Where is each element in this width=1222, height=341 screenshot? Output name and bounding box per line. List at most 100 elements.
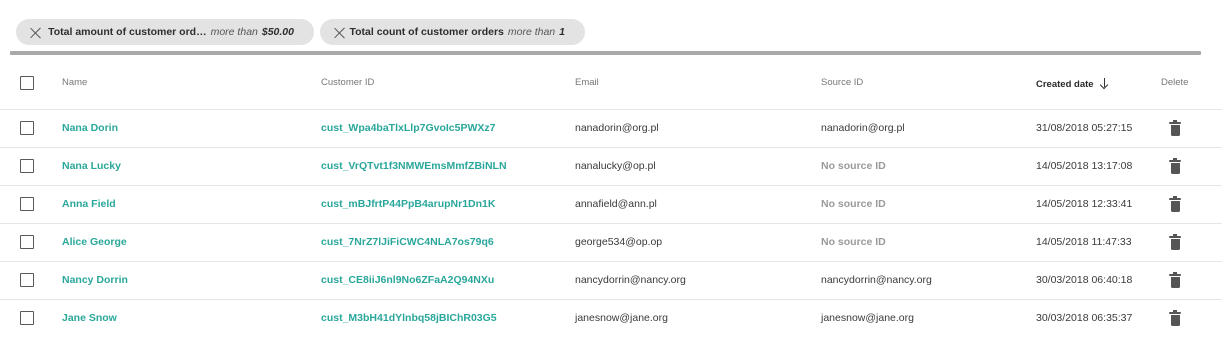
row-select-cell [0, 147, 62, 185]
cell-created-date: 14/05/2018 12:33:41 [1036, 198, 1133, 210]
header-name[interactable]: Name [62, 57, 321, 109]
cell-source-id: No source ID [821, 223, 1036, 261]
cell-created-date: 14/05/2018 13:17:08 [1036, 160, 1133, 172]
trash-icon[interactable] [1169, 309, 1181, 326]
customer-name-link[interactable]: Nana Lucky [62, 160, 121, 172]
row-checkbox[interactable] [20, 235, 34, 249]
customer-name-link[interactable]: Nana Dorin [62, 122, 118, 134]
filter-label: Total count of customer orders [349, 26, 504, 38]
trash-icon[interactable] [1169, 271, 1181, 288]
cell-customer-id: cust_Wpa4baTlxLlp7GvoIc5PWXz7 [321, 109, 575, 147]
close-icon[interactable] [30, 27, 41, 39]
customer-id-link[interactable]: cust_Wpa4baTlxLlp7GvoIc5PWXz7 [321, 122, 495, 134]
customer-id-link[interactable]: cust_CE8iiJ6nl9No6ZFaA2Q94NXu [321, 274, 494, 286]
cell-email: annafield@ann.pl [575, 198, 657, 210]
header-delete: Delete [1161, 77, 1189, 89]
row-checkbox[interactable] [20, 273, 34, 287]
header-created-date[interactable]: Created date [1036, 57, 1161, 109]
cell-customer-id: cust_VrQTvt1f3NMWEmsMmfZBiNLN [321, 147, 575, 185]
customer-id-link[interactable]: cust_7NrZ7lJiFiCWC4NLA7os79q6 [321, 236, 494, 248]
table-row[interactable]: Anna Field cust_mBJfrtP44PpB4arupNr1Dn1K a… [0, 185, 1222, 223]
cell-email: nanadorin@org.pl [575, 122, 659, 134]
cell-name: Nancy Dorrin [62, 261, 321, 299]
cell-created-date: 30/03/2018 06:40:18 [1036, 274, 1133, 286]
table-row[interactable]: Nana Lucky cust_VrQTvt1f3NMWEmsMmfZBiNLN n… [0, 147, 1222, 185]
row-checkbox[interactable] [20, 159, 34, 173]
arrow-down-icon[interactable] [1100, 77, 1110, 89]
customer-id-link[interactable]: cust_mBJfrtP44PpB4arupNr1Dn1K [321, 198, 495, 210]
header-source-id[interactable]: Source ID [821, 57, 1036, 109]
source-id-text: No source ID [821, 198, 886, 210]
row-checkbox[interactable] [20, 121, 34, 135]
cell-delete [1161, 261, 1222, 299]
table-row[interactable]: Nancy Dorrin cust_CE8iiJ6nl9No6ZFaA2Q94NX… [0, 261, 1222, 299]
customer-name-link[interactable]: Nancy Dorrin [62, 274, 128, 286]
row-checkbox[interactable] [20, 311, 34, 326]
cell-customer-id: cust_7NrZ7lJiFiCWC4NLA7os79q6 [321, 223, 575, 261]
cell-delete [1161, 147, 1222, 185]
filter-chip-total-amount[interactable]: Total amount of customer ord… more than … [16, 19, 314, 45]
cell-customer-id: cust_mBJfrtP44PpB4arupNr1Dn1K [321, 185, 575, 223]
trash-icon[interactable] [1169, 195, 1181, 212]
table-header-row: Name Customer ID Email Source ID Created… [0, 57, 1222, 109]
table-row[interactable]: Nana Dorin cust_Wpa4baTlxLlp7GvoIc5PWXz7 n… [0, 109, 1222, 147]
cell-name: Alice George [62, 223, 321, 261]
cell-name: Anna Field [62, 185, 321, 223]
customer-id-link[interactable]: cust_M3bH41dYlnbq58jBIChR03G5 [321, 312, 497, 324]
cell-source-id: janesnow@jane.org [821, 299, 1036, 337]
customer-name-link[interactable]: Alice George [62, 236, 127, 248]
header-customer-id[interactable]: Customer ID [321, 57, 575, 109]
filter-chip-total-count[interactable]: Total count of customer orders more than… [320, 19, 585, 45]
row-select-cell [0, 261, 62, 299]
row-select-cell [0, 299, 62, 337]
customer-id-link[interactable]: cust_VrQTvt1f3NMWEmsMmfZBiNLN [321, 160, 507, 172]
cell-source-id: No source ID [821, 147, 1036, 185]
table-row[interactable]: Alice George cust_7NrZ7lJiFiCWC4NLA7os79q… [0, 223, 1222, 261]
filter-operator: more than [507, 26, 556, 38]
cell-source-id: No source ID [821, 185, 1036, 223]
source-id-text: nanadorin@org.pl [821, 122, 905, 134]
cell-customer-id: cust_M3bH41dYlnbq58jBIChR03G5 [321, 299, 575, 337]
cell-name: Nana Dorin [62, 109, 321, 147]
row-select-cell [0, 109, 62, 147]
cell-customer-id: cust_CE8iiJ6nl9No6ZFaA2Q94NXu [321, 261, 575, 299]
customer-name-link[interactable]: Anna Field [62, 198, 116, 210]
filter-chips: Total amount of customer ord… more than … [16, 19, 585, 45]
close-icon[interactable] [334, 27, 342, 39]
source-id-text: nancydorrin@nancy.org [821, 274, 932, 286]
trash-icon[interactable] [1169, 233, 1181, 250]
filter-value: $50.00 [261, 26, 294, 38]
cell-name: Jane Snow [62, 299, 321, 337]
cell-created-date: 31/08/2018 05:27:15 [1036, 122, 1133, 134]
cell-delete [1161, 223, 1222, 261]
cell-delete [1161, 185, 1222, 223]
trash-icon[interactable] [1169, 157, 1181, 174]
source-id-text: No source ID [821, 236, 886, 248]
trash-icon[interactable] [1169, 119, 1181, 136]
table-row[interactable]: Jane Snow cust_M3bH41dYlnbq58jBIChR03G5 ja… [0, 299, 1222, 337]
cell-name: Nana Lucky [62, 147, 321, 185]
select-all-checkbox[interactable] [20, 75, 34, 90]
filter-operator: more than [210, 26, 258, 38]
source-id-text: janesnow@jane.org [821, 312, 914, 325]
row-select-cell [0, 223, 62, 261]
cell-email: nancydorrin@nancy.org [575, 274, 686, 286]
customers-table: Name Customer ID Email Source ID Created… [0, 57, 1222, 337]
row-select-cell [0, 185, 62, 223]
cell-source-id: nancydorrin@nancy.org [821, 261, 1036, 299]
cell-source-id: nanadorin@org.pl [821, 109, 1036, 147]
cell-email: janesnow@jane.org [575, 312, 668, 325]
filter-value: 1 [559, 26, 565, 38]
cell-delete [1161, 299, 1222, 337]
header-created-date-label: Created date [1036, 78, 1094, 90]
customer-name-link[interactable]: Jane Snow [62, 312, 117, 324]
row-checkbox[interactable] [20, 197, 34, 211]
filter-label: Total amount of customer ord… [48, 26, 207, 38]
select-all-cell [0, 57, 62, 109]
filter-divider [10, 51, 1201, 55]
cell-created-date: 30/03/2018 06:35:37 [1036, 312, 1133, 325]
cell-delete [1161, 109, 1222, 147]
source-id-text: No source ID [821, 160, 886, 172]
cell-email: george534@op.op [575, 236, 663, 248]
header-email[interactable]: Email [575, 57, 821, 109]
